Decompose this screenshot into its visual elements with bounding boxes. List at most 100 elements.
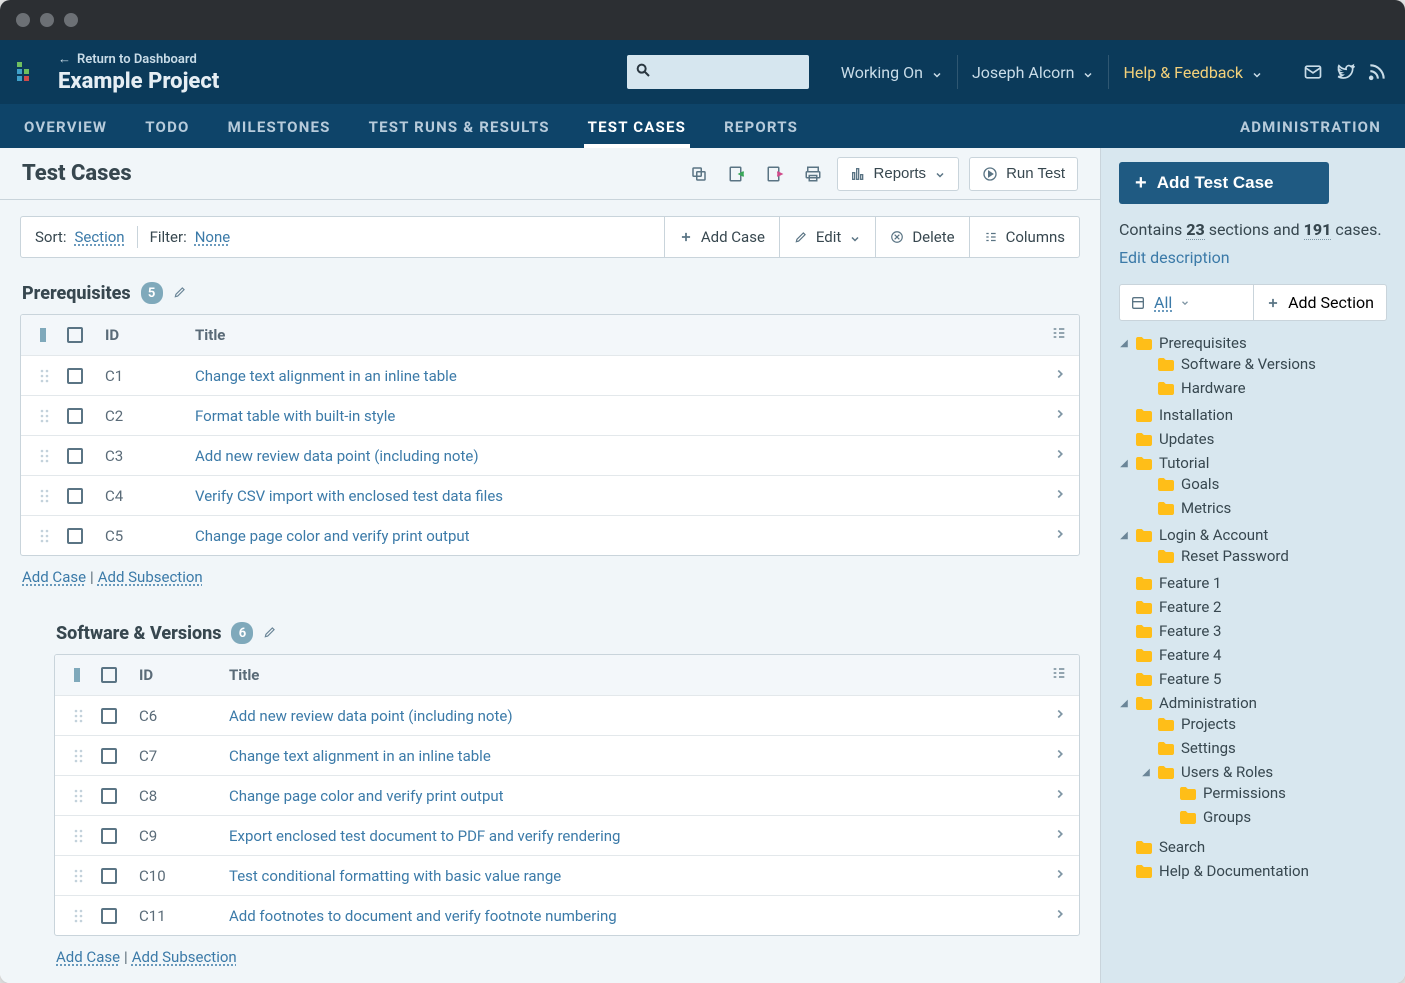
export-icon[interactable] — [761, 160, 789, 188]
edit-dropdown[interactable]: Edit — [779, 217, 875, 257]
table-row[interactable]: C10Test conditional formatting with basi… — [55, 856, 1079, 896]
tree-node[interactable]: ·Search — [1119, 838, 1387, 856]
case-title-link[interactable]: Change page color and verify print outpu… — [195, 527, 1017, 545]
row-checkbox[interactable] — [67, 448, 83, 464]
row-checkbox[interactable] — [101, 908, 117, 924]
drag-handle-icon[interactable] — [33, 489, 57, 503]
add-subsection-link[interactable]: Add Subsection — [98, 568, 203, 586]
tree-node[interactable]: ·Metrics — [1141, 499, 1387, 517]
window-close-dot[interactable] — [16, 13, 30, 27]
row-checkbox[interactable] — [101, 748, 117, 764]
tab-runs[interactable]: TEST RUNS & RESULTS — [365, 106, 554, 148]
tree-node[interactable]: ·Feature 4 — [1119, 646, 1387, 664]
tree-node[interactable]: ·Feature 3 — [1119, 622, 1387, 640]
copy-icon[interactable] — [685, 160, 713, 188]
tree-caret-icon[interactable]: ◢ — [1119, 458, 1129, 469]
case-title-link[interactable]: Verify CSV import with enclosed test dat… — [195, 487, 1017, 505]
select-all-checkbox[interactable] — [101, 667, 117, 683]
tree-node[interactable]: ·Feature 5 — [1119, 670, 1387, 688]
case-title-link[interactable]: Change text alignment in an inline table — [195, 367, 1017, 385]
drag-handle-icon[interactable] — [33, 369, 57, 383]
columns-icon[interactable] — [1051, 665, 1067, 685]
user-menu[interactable]: Joseph Alcorn — [957, 55, 1109, 89]
edit-section-icon[interactable] — [173, 284, 187, 303]
row-checkbox[interactable] — [101, 828, 117, 844]
select-all-checkbox[interactable] — [67, 327, 83, 343]
tree-filter-dropdown[interactable]: All — [1120, 285, 1254, 320]
tree-node[interactable]: ·Goals — [1141, 475, 1387, 493]
table-row[interactable]: C1Change text alignment in an inline tab… — [21, 356, 1079, 396]
chevron-right-icon[interactable] — [1053, 826, 1067, 845]
row-checkbox[interactable] — [67, 528, 83, 544]
table-row[interactable]: C11Add footnotes to document and verify … — [55, 896, 1079, 935]
drag-handle-icon[interactable] — [67, 869, 91, 883]
tab-todo[interactable]: TODO — [141, 106, 193, 148]
reports-dropdown[interactable]: Reports — [837, 157, 960, 191]
case-title-link[interactable]: Add new review data point (including not… — [229, 707, 1017, 725]
twitter-icon[interactable] — [1335, 62, 1355, 82]
tree-node[interactable]: ·Updates — [1119, 430, 1387, 448]
delete-button[interactable]: Delete — [875, 217, 968, 257]
row-checkbox[interactable] — [101, 868, 117, 884]
print-icon[interactable] — [799, 160, 827, 188]
drag-handle-icon[interactable] — [67, 829, 91, 843]
table-row[interactable]: C9Export enclosed test document to PDF a… — [55, 816, 1079, 856]
columns-button[interactable]: Columns — [969, 217, 1079, 257]
table-row[interactable]: C2Format table with built-in style — [21, 396, 1079, 436]
tree-node[interactable]: ·Permissions — [1163, 784, 1387, 802]
row-checkbox[interactable] — [67, 368, 83, 384]
chevron-right-icon[interactable] — [1053, 746, 1067, 765]
tree-node[interactable]: ·Installation — [1119, 406, 1387, 424]
tree-node[interactable]: ◢Prerequisites — [1119, 334, 1387, 352]
window-max-dot[interactable] — [64, 13, 78, 27]
case-title-link[interactable]: Export enclosed test document to PDF and… — [229, 827, 1017, 845]
table-row[interactable]: C3Add new review data point (including n… — [21, 436, 1079, 476]
working-on-menu[interactable]: Working On — [827, 55, 957, 89]
tab-reports[interactable]: REPORTS — [720, 106, 802, 148]
edit-section-icon[interactable] — [263, 624, 277, 643]
tree-node[interactable]: ·Projects — [1141, 715, 1387, 733]
tree-node[interactable]: ◢Users & Roles — [1141, 763, 1387, 781]
sort-value[interactable]: Section — [74, 228, 124, 246]
table-row[interactable]: C6Add new review data point (including n… — [55, 696, 1079, 736]
tree-node[interactable]: ·Feature 2 — [1119, 598, 1387, 616]
drag-handle-icon[interactable] — [67, 709, 91, 723]
tree-caret-icon[interactable]: ◢ — [1119, 698, 1129, 709]
case-title-link[interactable]: Change text alignment in an inline table — [229, 747, 1017, 765]
row-checkbox[interactable] — [101, 708, 117, 724]
case-title-link[interactable]: Test conditional formatting with basic v… — [229, 867, 1017, 885]
tab-administration[interactable]: ADMINISTRATION — [1236, 106, 1385, 148]
tree-node[interactable]: ·Help & Documentation — [1119, 862, 1387, 880]
run-test-button[interactable]: Run Test — [969, 157, 1078, 191]
tab-overview[interactable]: OVERVIEW — [20, 106, 111, 148]
drag-handle-icon[interactable] — [67, 909, 91, 923]
row-checkbox[interactable] — [101, 788, 117, 804]
drag-handle-icon[interactable] — [33, 529, 57, 543]
search-box[interactable] — [627, 55, 809, 89]
edit-description-link[interactable]: Edit description — [1119, 246, 1230, 270]
chevron-right-icon[interactable] — [1053, 366, 1067, 385]
tree-caret-icon[interactable]: ◢ — [1119, 530, 1129, 541]
drag-handle-icon[interactable] — [67, 749, 91, 763]
window-min-dot[interactable] — [40, 13, 54, 27]
table-row[interactable]: C4Verify CSV import with enclosed test d… — [21, 476, 1079, 516]
search-input[interactable] — [657, 63, 801, 81]
add-test-case-button[interactable]: + Add Test Case — [1119, 162, 1329, 204]
add-section-button[interactable]: Add Section — [1254, 285, 1386, 320]
return-to-dashboard-link[interactable]: ←Return to Dashboard — [58, 51, 219, 67]
tree-node[interactable]: ·Software & Versions — [1141, 355, 1387, 373]
tree-node[interactable]: ·Groups — [1163, 808, 1387, 826]
tree-node[interactable]: ◢Login & Account — [1119, 526, 1387, 544]
tab-cases[interactable]: TEST CASES — [584, 106, 690, 148]
chevron-right-icon[interactable] — [1053, 526, 1067, 545]
add-case-link[interactable]: Add Case — [56, 948, 120, 966]
chevron-right-icon[interactable] — [1053, 406, 1067, 425]
table-row[interactable]: C7Change text alignment in an inline tab… — [55, 736, 1079, 776]
columns-icon[interactable] — [1051, 325, 1067, 345]
add-case-button[interactable]: Add Case — [664, 217, 779, 257]
mail-icon[interactable] — [1303, 62, 1323, 82]
import-icon[interactable] — [723, 160, 751, 188]
add-case-link[interactable]: Add Case — [22, 568, 86, 586]
drag-handle-icon[interactable] — [33, 449, 57, 463]
chevron-right-icon[interactable] — [1053, 446, 1067, 465]
